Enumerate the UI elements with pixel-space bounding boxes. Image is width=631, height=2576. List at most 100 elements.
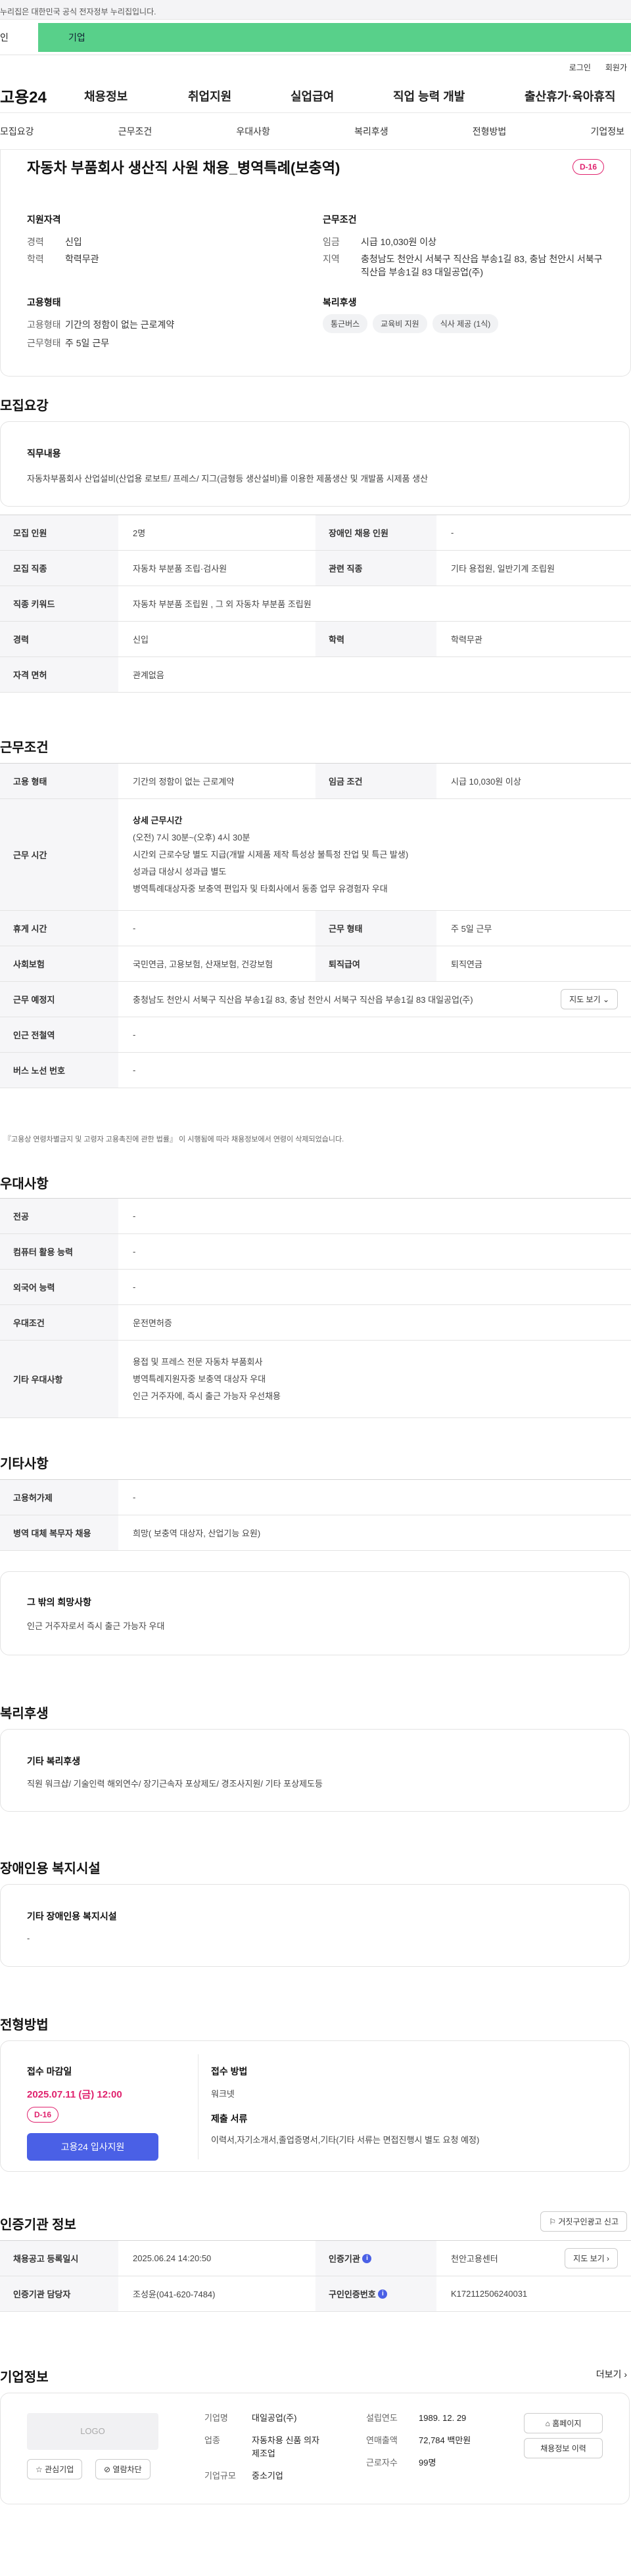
age-notice: 『고용상 연령차별금지 및 고령자 고용촉진에 관한 법률』 이 시행됨에 따라…: [4, 1136, 344, 1143]
signup-link[interactable]: 회원가: [605, 62, 627, 73]
section-title-other: 기타사항: [0, 1457, 49, 1471]
anchor-company[interactable]: 기업정보: [590, 125, 624, 138]
job-desc-text: 자동차부품회사 산업설비(산업용 로보트/ 프레스/ 지그(금형등 생산설비)를…: [27, 474, 429, 484]
agency-map-button[interactable]: 지도 보기 ›: [565, 2248, 618, 2268]
divider: [198, 2054, 199, 2159]
job-desc-heading: 직무내용: [27, 448, 61, 459]
table-row: 인증기관 담당자 조성윤(041-620-7484) 구인인증번호 i K1721…: [0, 2276, 631, 2312]
emp-type: 고용형태 기간의 정함이 없는 근로계약: [27, 319, 175, 330]
info-icon[interactable]: i: [378, 2289, 388, 2299]
hours-detail: 상세 근무시간 (오전) 7시 30분~(오후) 4시 30분 시간외 근로수당…: [133, 815, 409, 894]
welfare-tag: 통근버스: [323, 314, 368, 333]
gnb-unemployment-benefit[interactable]: 실업급여: [291, 87, 393, 104]
anchor-prefer[interactable]: 우대사항: [236, 125, 270, 138]
chevron-right-icon: ›: [624, 2369, 627, 2380]
map-button[interactable]: 지도 보기 ⌄: [561, 989, 618, 1009]
welfare-heading: 복리후생: [323, 297, 357, 308]
report-icon: ⚐: [549, 2217, 556, 2226]
table-row: 근무 예정지 충청남도 천안시 서북구 직산읍 부송1길 83, 충남 천안시 …: [0, 982, 631, 1017]
table-row: 사회보험 국민연금, 고용보험, 산재보험, 건강보험 퇴직급여 퇴직연금: [0, 946, 631, 982]
anchor-conditions[interactable]: 근무조건: [118, 125, 152, 138]
star-icon: ☆: [35, 2465, 43, 2474]
gnb-employment-support[interactable]: 취업지원: [188, 87, 291, 104]
hope-box: 그 밖의 희망사항 인근 거주자로서 즉시 출근 가능자 우대: [0, 1571, 630, 1655]
tab-personal[interactable]: 인: [0, 23, 38, 52]
gnb-skills[interactable]: 직업 능력 개발: [393, 87, 525, 104]
table-row: 버스 노선 번호 -: [0, 1053, 631, 1088]
cond-heading: 근무조건: [323, 214, 357, 225]
login-link[interactable]: 로그인: [569, 62, 591, 73]
work-type: 근무형태 주 5일 근무: [27, 338, 110, 348]
section-title-agency: 인증기관 정보: [0, 2218, 76, 2232]
company-more-link[interactable]: 더보기 ›: [596, 2368, 627, 2381]
welfare-tag: 식사 제공 (1식): [432, 314, 499, 333]
apply-button[interactable]: 고용24 입사지원: [27, 2133, 158, 2161]
process-box: 접수 마감일 2025.07.11 (금) 12:00 D-16 고용24 입사…: [0, 2040, 630, 2172]
prefer-table: 전공 - 컴퓨터 활용 능력 - 외국어 능력 - 우대조건 운전면허증 기타 우대사항…: [0, 1198, 631, 1418]
qual-career: 경력 신입: [27, 237, 82, 247]
welfare-tag: 교육비 지원: [373, 314, 427, 333]
table-row: 고용허가제 -: [0, 1480, 631, 1515]
recruit-history-button[interactable]: 채용정보 이력: [524, 2438, 603, 2458]
anchor-process[interactable]: 전형방법: [473, 125, 507, 138]
home-icon: ⌂: [545, 2419, 550, 2428]
table-row: 고용 형태 기간의 정함이 없는 근로계약 임금 조건 시급 10,030원 이상: [0, 764, 631, 799]
welfare-box: 기타 복리후생 직원 워크샵/ 기술인력 해외연수/ 장기근속자 포상제도/ 경…: [0, 1729, 630, 1812]
disabled-box: 기타 장애인용 복지시설 -: [0, 1884, 630, 1967]
favorite-company-button[interactable]: ☆ 관심기업: [27, 2459, 83, 2479]
other-table: 고용허가제 - 병역 대체 복무자 채용 희망( 보충역 대상자, 산업기능 요원): [0, 1479, 631, 1551]
utility-links: 로그인 회원가: [0, 55, 631, 79]
section-title-conditions: 근무조건: [0, 741, 49, 755]
gov-notice: 누리집은 대한민국 공식 전자정부 누리집입니다.: [0, 7, 156, 16]
table-row: 전공 -: [0, 1199, 631, 1234]
cond-wage: 임금 시급 10,030원 이상: [323, 237, 436, 247]
block-view-button[interactable]: ⊘ 열람차단: [95, 2459, 151, 2479]
user-type-tabs: 인 기업: [0, 20, 631, 55]
dday-badge: D-16: [572, 159, 604, 175]
section-title-process: 전형방법: [0, 2018, 49, 2033]
qual-edu: 학력 학력무관: [27, 254, 99, 264]
company-logo-placeholder: LOGO: [27, 2413, 158, 2450]
gnb-jobs[interactable]: 채용정보: [84, 87, 188, 104]
section-title-disabled: 장애인용 복지시설: [0, 1862, 101, 1876]
deadline-date: 2025.07.11 (금) 12:00: [27, 2089, 122, 2100]
global-nav: 고용24 채용정보 취업지원 실업급여 직업 능력 개발 출산휴가·육아휴직: [0, 79, 631, 113]
table-row: 경력 신입 학력 학력무관: [0, 622, 631, 657]
welfare-tags: 통근버스 교육비 지원 식사 제공 (1식): [323, 314, 503, 333]
gnb-parental-leave[interactable]: 출산휴가·육아휴직: [525, 87, 615, 104]
summary-card: 자동차 부품회사 생산직 사원 채용_병역특례(보충역) D-16 지원자격 경…: [0, 150, 631, 377]
table-row: 인근 전철역 -: [0, 1017, 631, 1053]
site-logo[interactable]: 고용24: [0, 84, 84, 107]
homepage-button[interactable]: ⌂ 홈페이지: [524, 2413, 603, 2433]
table-row: 컴퓨터 활용 능력 -: [0, 1234, 631, 1270]
cond-region: 지역 충청남도 천안시 서북구 직산읍 부송1길 83, 충남 천안시 서북구 직…: [323, 254, 603, 277]
chevron-right-icon: ›: [607, 2254, 609, 2263]
table-row: 자격 면허 관계없음: [0, 657, 631, 693]
table-row: 채용공고 등록일시 2025.06.24 14:20:50 인증기관 i 천안고용…: [0, 2241, 631, 2276]
process-dday-badge: D-16: [27, 2107, 59, 2123]
company-info-right: 설립연도 1989. 12. 29 연매출액 72,784 백만원 근로자수 99명: [366, 2413, 471, 2468]
work-place: 충청남도 천안시 서북구 직산읍 부송1길 83, 충남 천안시 서북구 직산읍…: [133, 995, 473, 1005]
table-row: 모집 인원 2명 장애인 채용 인원 -: [0, 515, 631, 551]
conditions-table: 고용 형태 기간의 정함이 없는 근로계약 임금 조건 시급 10,030원 이상 …: [0, 763, 631, 1088]
table-row: 휴게 시간 - 근무 형태 주 5일 근무: [0, 911, 631, 946]
anchor-recruit[interactable]: 모집요강: [0, 125, 34, 138]
section-title-recruit: 모집요강: [0, 399, 49, 413]
section-title-welfare: 복리후생: [0, 1707, 49, 1721]
table-row: 모집 직종 자동차 부분품 조립·검사원 관련 직종 기타 용접원, 일반기계 조립…: [0, 551, 631, 586]
table-row: 외국어 능력 -: [0, 1270, 631, 1305]
gov-notice-bar: 누리집은 대한민국 공식 전자정부 누리집입니다.: [0, 0, 631, 20]
report-fake-ad-button[interactable]: ⚐ 거짓구인광고 신고: [540, 2211, 627, 2232]
section-title-company: 기업정보: [0, 2370, 49, 2385]
table-row: 우대조건 운전면허증: [0, 1305, 631, 1341]
company-box: LOGO ☆ 관심기업 ⊘ 열람차단 기업명 대일공업(주) 업종 자동차용 신품 …: [0, 2393, 630, 2504]
chevron-down-icon: ⌄: [602, 995, 609, 1004]
tab-company[interactable]: 기업: [38, 22, 631, 52]
anchor-nav: 모집요강 근무조건 우대사항 복리후생 전형방법 기업정보: [0, 113, 631, 150]
table-row: 근무 시간 상세 근무시간 (오전) 7시 30분~(오후) 4시 30분 시간…: [0, 799, 631, 911]
info-icon[interactable]: i: [362, 2253, 372, 2263]
job-title: 자동차 부품회사 생산직 사원 채용_병역특례(보충역): [27, 160, 340, 176]
anchor-welfare[interactable]: 복리후생: [354, 125, 388, 138]
job-desc-box: 직무내용 자동차부품회사 산업설비(산업용 로보트/ 프레스/ 지그(금형등 생…: [0, 421, 630, 507]
company-info-left: 기업명 대일공업(주) 업종 자동차용 신품 의자 제조업 기업규모 중소기업: [204, 2413, 319, 2481]
